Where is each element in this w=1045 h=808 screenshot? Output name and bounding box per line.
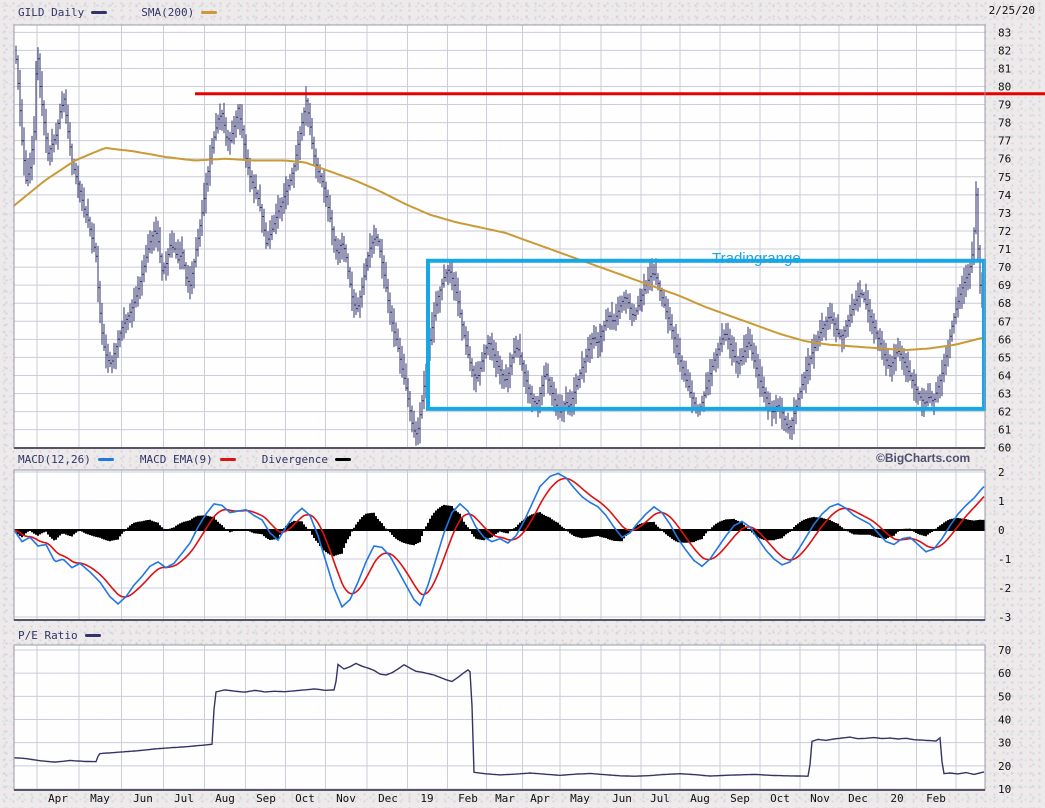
bigcharts-gild-chart: GILD Daily SMA(200) 2/25/20 MACD(12,26) … bbox=[0, 0, 1045, 808]
x-axis-month-label: Dec bbox=[378, 792, 398, 805]
x-axis-month-label: Apr bbox=[530, 792, 550, 805]
x-axis-month-label: Mar bbox=[495, 792, 515, 805]
chart-date-label: 2/25/20 bbox=[988, 4, 1035, 17]
x-axis-month-label: Sep bbox=[256, 792, 276, 805]
macd-axis-tick: -3 bbox=[998, 611, 1011, 624]
price-axis-tick: 62 bbox=[998, 406, 1011, 419]
sma-swatch-icon bbox=[201, 10, 218, 14]
bigcharts-watermark: ©BigCharts.com bbox=[876, 451, 971, 465]
price-axis-tick: 74 bbox=[998, 189, 1012, 202]
pe-axis-tick: 10 bbox=[998, 783, 1011, 796]
price-axis-tick: 66 bbox=[998, 333, 1011, 346]
macd-axis-tick: -1 bbox=[998, 553, 1011, 566]
x-axis-month-label: Feb bbox=[926, 792, 946, 805]
price-axis-tick: 65 bbox=[998, 351, 1011, 364]
x-axis-month-label: Nov bbox=[810, 792, 830, 805]
x-axis-month-label: May bbox=[570, 792, 590, 805]
x-axis-month-label: 19 bbox=[420, 792, 433, 805]
x-axis-month-label: May bbox=[90, 792, 110, 805]
trading-range-annotation-label: Tradingrange bbox=[712, 250, 801, 267]
price-axis-tick: 76 bbox=[998, 153, 1011, 166]
price-axis-tick: 68 bbox=[998, 297, 1011, 310]
pe-axis-tick: 70 bbox=[998, 644, 1011, 657]
x-axis-month-label: Dec bbox=[848, 792, 868, 805]
macd-axis-tick: 0 bbox=[998, 524, 1005, 537]
x-axis-month-label: Apr bbox=[48, 792, 68, 805]
pe-swatch-icon bbox=[84, 634, 101, 637]
x-axis-month-label: Aug bbox=[215, 792, 235, 805]
pe-legend-strip: P/E Ratio bbox=[0, 627, 1045, 644]
price-axis-tick: 82 bbox=[998, 44, 1011, 57]
x-axis-month-label: Oct bbox=[295, 792, 315, 805]
price-axis-tick: 67 bbox=[998, 315, 1011, 328]
price-axis-tick: 77 bbox=[998, 135, 1011, 148]
pe-axis-tick: 20 bbox=[998, 760, 1011, 773]
price-axis-tick: 63 bbox=[998, 388, 1011, 401]
pe-axis-tick: 40 bbox=[998, 714, 1011, 727]
price-axis-tick: 75 bbox=[998, 171, 1011, 184]
price-axis-tick: 64 bbox=[998, 369, 1012, 382]
x-axis-month-label: Jul bbox=[650, 792, 670, 805]
price-series-swatch-icon bbox=[91, 10, 108, 14]
price-axis-tick: 81 bbox=[998, 62, 1011, 75]
price-axis-tick: 73 bbox=[998, 207, 1011, 220]
price-axis-tick: 70 bbox=[998, 261, 1011, 274]
price-axis-tick: 61 bbox=[998, 424, 1011, 437]
price-axis-tick: 79 bbox=[998, 99, 1011, 112]
x-axis-month-label: Nov bbox=[336, 792, 356, 805]
symbol-series-label: GILD Daily bbox=[18, 5, 85, 19]
macd-line-swatch-icon bbox=[97, 458, 114, 461]
price-axis-tick: 80 bbox=[998, 81, 1011, 94]
pe-axis-tick: 50 bbox=[998, 690, 1011, 703]
macd-ema-swatch-icon bbox=[219, 458, 236, 461]
price-legend-strip: GILD Daily SMA(200) bbox=[0, 3, 1045, 21]
x-axis-month-label: Aug bbox=[690, 792, 710, 805]
chart-canvas: 83 82 81 80 79 78 77 76 75 74 73 72 71 70 69 68 67 66 65 64… bbox=[13, 24, 1045, 805]
divergence-legend-label: Divergence bbox=[261, 453, 328, 466]
pe-axis-tick: 30 bbox=[998, 737, 1011, 750]
price-axis-tick: 72 bbox=[998, 225, 1011, 238]
pe-ratio-legend-label: P/E Ratio bbox=[18, 629, 78, 642]
macd-axis-tick: 1 bbox=[998, 495, 1005, 508]
x-axis-month-label: Oct bbox=[770, 792, 790, 805]
x-axis-month-label: Jun bbox=[612, 792, 632, 805]
price-axis-tick: 78 bbox=[998, 117, 1011, 130]
x-axis-month-label: 20 bbox=[890, 792, 903, 805]
macd-axis-tick: -2 bbox=[998, 582, 1011, 595]
x-axis-month-label: Sep bbox=[730, 792, 750, 805]
divergence-swatch-icon bbox=[334, 458, 351, 461]
x-axis-month-label: Jul bbox=[174, 792, 194, 805]
price-axis-tick: 83 bbox=[998, 26, 1011, 39]
price-axis-tick: 71 bbox=[998, 243, 1011, 256]
x-axis-month-label: Feb bbox=[458, 792, 478, 805]
pe-axis-tick: 60 bbox=[998, 667, 1011, 680]
price-axis-tick: 69 bbox=[998, 279, 1011, 292]
macd-line-legend-label: MACD(12,26) bbox=[18, 453, 91, 466]
macd-ema-legend-label: MACD EMA(9) bbox=[139, 453, 213, 466]
sma-legend-label: SMA(200) bbox=[141, 5, 195, 19]
x-axis-month-label: Jun bbox=[133, 792, 153, 805]
